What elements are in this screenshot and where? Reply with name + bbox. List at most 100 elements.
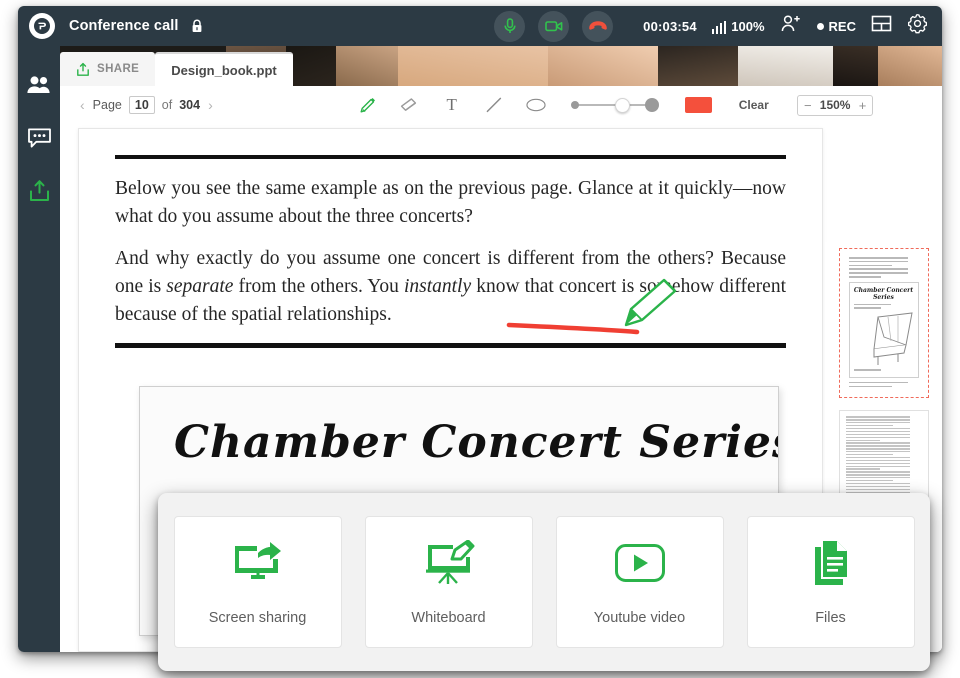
zoom-control: − 150% +	[796, 94, 874, 116]
layout-button[interactable]	[871, 14, 892, 38]
video-tile[interactable]	[878, 46, 942, 86]
upload-share-icon	[29, 180, 49, 201]
tab-share[interactable]: SHARE	[60, 52, 156, 86]
call-timer: 00:03:54	[643, 18, 697, 34]
eraser-tool-button[interactable]	[399, 94, 421, 116]
drawing-tools: T	[357, 94, 547, 116]
video-tile[interactable]	[548, 46, 658, 86]
chat-bubble-icon	[27, 128, 51, 148]
gear-icon	[908, 14, 927, 34]
sidebar-item-participants[interactable]	[24, 71, 54, 99]
color-swatch[interactable]	[684, 97, 712, 113]
prev-page-button[interactable]: ‹	[79, 97, 86, 113]
slider-min-dot-icon	[570, 101, 579, 109]
page-total-label: 304	[179, 98, 201, 112]
text-tool-button[interactable]: T	[441, 94, 463, 116]
video-tile[interactable]	[336, 46, 398, 86]
zoom-level-value: 150%	[819, 98, 851, 112]
next-page-button[interactable]: ›	[207, 97, 214, 113]
video-tile[interactable]	[658, 46, 738, 86]
option-label: Whiteboard	[411, 610, 486, 626]
screenshot-root: Conference call 00:03:54 100% REC SHARE …	[0, 0, 960, 678]
signal-strength: 100%	[711, 18, 765, 34]
layout-grid-icon	[871, 15, 892, 32]
page-of-label: of	[161, 98, 173, 112]
page-word-label: Page	[92, 98, 122, 112]
option-label: Youtube video	[593, 610, 686, 626]
hangup-button[interactable]	[582, 10, 614, 42]
option-card-whiteboard[interactable]: Whiteboard	[364, 516, 533, 648]
pencil-icon	[360, 98, 375, 113]
paragraph-2-part-b: from the others. You	[233, 276, 404, 298]
play-video-icon	[614, 538, 666, 588]
add-user-button[interactable]	[780, 14, 802, 38]
people-icon	[27, 76, 50, 93]
rule-bottom	[115, 343, 786, 349]
thumbnail-poster-preview: Chamber Concert Series	[848, 281, 919, 378]
clear-button[interactable]: Clear	[739, 98, 769, 112]
tab-document-label: Design_book.ppt	[171, 62, 277, 78]
thumbnail-item-selected[interactable]: Chamber Concert Series	[838, 248, 929, 399]
add-user-icon	[781, 15, 800, 32]
paragraph-2-emphasis-2: instantly	[403, 276, 472, 298]
camera-button[interactable]	[538, 10, 570, 42]
piano-illustration-icon	[854, 311, 914, 369]
paragraph-2-emphasis-1: separate	[166, 276, 234, 298]
video-tile[interactable]	[738, 46, 833, 86]
page-number-input[interactable]: 10	[128, 96, 155, 114]
thumbnail-poster-title: Chamber Concert Series	[853, 286, 914, 301]
option-label: Files	[815, 610, 846, 626]
poster-title: Chamber Concert Series	[174, 417, 779, 468]
record-dot-icon	[816, 22, 824, 30]
zoom-in-button[interactable]: +	[852, 98, 872, 113]
call-controls	[494, 10, 614, 42]
ellipse-tool-button[interactable]	[525, 94, 547, 116]
option-card-screen-sharing[interactable]: Screen sharing	[173, 516, 342, 648]
record-label: REC	[828, 18, 856, 34]
option-card-files[interactable]: Files	[746, 516, 915, 648]
files-document-icon	[809, 538, 853, 588]
slider-handle[interactable]	[614, 97, 630, 113]
microphone-button[interactable]	[494, 10, 526, 42]
microphone-icon	[504, 18, 516, 33]
whiteboard-pencil-icon	[423, 538, 475, 588]
hangup-phone-icon	[588, 21, 607, 30]
sidebar-item-chat[interactable]	[24, 124, 54, 152]
video-tile[interactable]	[286, 46, 336, 86]
video-tile[interactable]	[833, 46, 878, 86]
pencil-tool-button[interactable]	[357, 94, 379, 116]
left-sidebar	[18, 46, 60, 652]
slider-max-dot-icon	[644, 98, 659, 112]
sidebar-item-share-upload[interactable]	[24, 177, 54, 205]
eraser-icon	[400, 98, 416, 111]
header-right-controls: 00:03:54 100% REC	[643, 13, 928, 39]
zoom-out-button[interactable]: −	[798, 98, 818, 113]
tab-share-label: SHARE	[97, 63, 140, 75]
app-header: Conference call 00:03:54 100% REC	[18, 6, 942, 46]
paragraph-1: Below you see the same example as on the…	[115, 178, 786, 227]
page-content: Below you see the same example as on the…	[79, 129, 822, 349]
thumbnail-page-preview: Chamber Concert Series	[842, 252, 925, 395]
screen-share-icon	[232, 538, 284, 588]
text-T-icon: T	[446, 95, 457, 114]
settings-button[interactable]	[907, 13, 928, 39]
tab-design-book[interactable]: Design_book.ppt	[155, 52, 293, 86]
stroke-thickness-slider[interactable]	[570, 96, 659, 114]
rule-top	[115, 155, 786, 159]
record-button[interactable]: REC	[816, 18, 856, 34]
signal-bars-icon	[711, 20, 727, 34]
paragraph-2: And why exactly do you assume one concer…	[115, 245, 786, 328]
video-tile[interactable]	[398, 46, 548, 86]
document-toolbar: ‹ Page 10 of 304 › T Clear − 150% +	[60, 86, 942, 124]
page-navigation: ‹ Page 10 of 304 ›	[79, 96, 214, 114]
line-tool-button[interactable]	[483, 94, 505, 116]
option-label: Screen sharing	[208, 610, 307, 626]
signal-percent: 100%	[731, 18, 765, 34]
lock-icon	[190, 18, 204, 34]
tab-bar: SHARE Design_book.ppt	[60, 52, 293, 86]
option-card-youtube-video[interactable]: Youtube video	[555, 516, 724, 648]
share-upload-icon	[77, 62, 89, 76]
ellipse-icon	[526, 98, 546, 112]
app-logo-icon	[29, 13, 55, 39]
share-options-panel: Screen sharing Whiteboard Youtube video …	[158, 493, 930, 671]
